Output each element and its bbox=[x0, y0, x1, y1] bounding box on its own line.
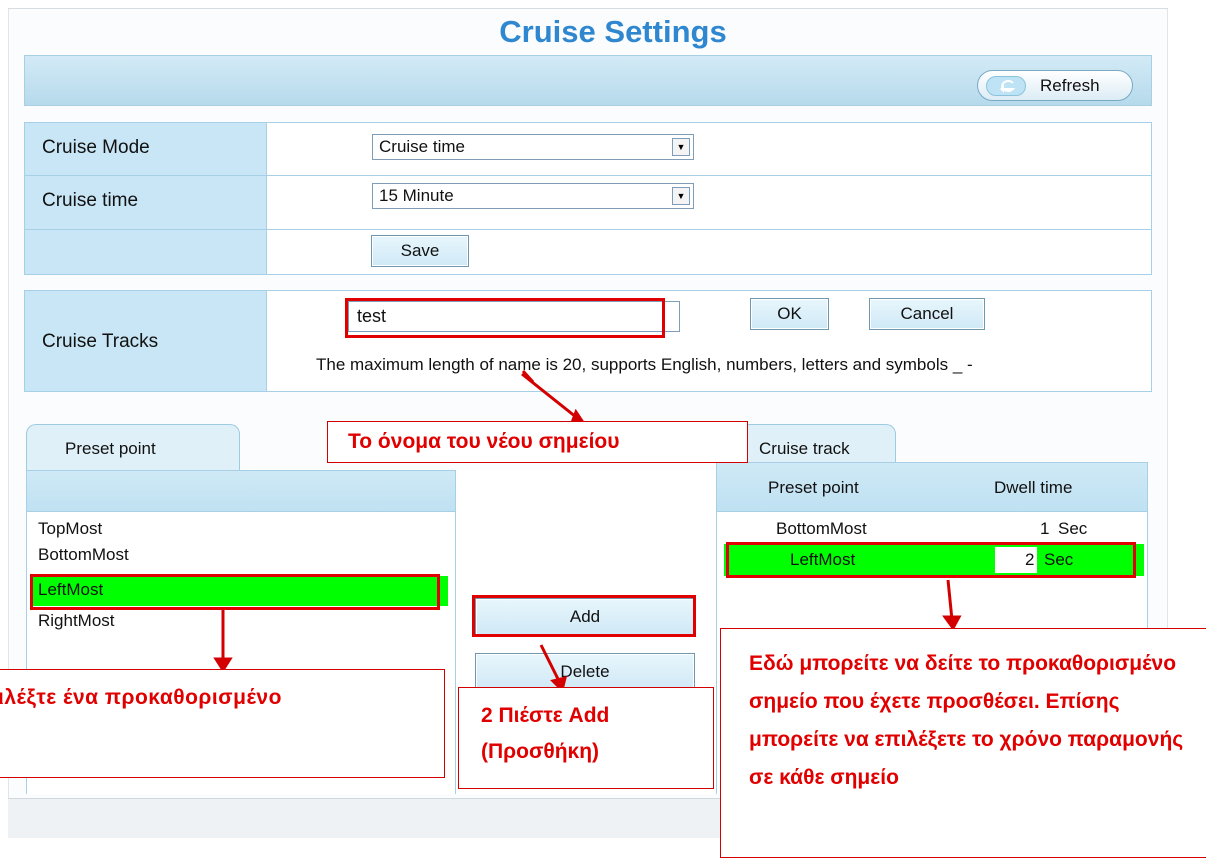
chevron-down-icon[interactable]: ▼ bbox=[672, 138, 690, 156]
name-highlight-box bbox=[345, 298, 665, 338]
cruise-mode-value: Cruise time bbox=[379, 137, 465, 156]
ok-button[interactable]: OK bbox=[750, 298, 829, 330]
save-button[interactable]: Save bbox=[371, 235, 469, 267]
cancel-button[interactable]: Cancel bbox=[869, 298, 985, 330]
col-dwell-time: Dwell time bbox=[994, 478, 1073, 497]
save-label-cell bbox=[24, 229, 267, 275]
cruise-time-value: 15 Minute bbox=[379, 186, 454, 205]
cruise-time-select[interactable]: 15 Minute ▼ bbox=[372, 183, 694, 209]
callout-name: Το όνομα του νέου σημείου bbox=[327, 421, 748, 463]
refresh-label[interactable]: Refresh bbox=[1040, 76, 1100, 96]
add-highlight-box bbox=[472, 595, 696, 637]
track-row-dwell: 1 bbox=[1040, 519, 1050, 538]
chevron-down-icon[interactable]: ▼ bbox=[672, 187, 690, 205]
tab-preset-point-label: Preset point bbox=[65, 439, 156, 458]
refresh-icon bbox=[986, 76, 1026, 96]
callout-track-info: Εδώ μπορείτε να δείτε το προκαθορισμένο … bbox=[720, 628, 1206, 858]
col-preset-point: Preset point bbox=[768, 478, 859, 497]
cruise-mode-label: Cruise Mode bbox=[42, 137, 150, 158]
track-row-unit: Sec bbox=[1058, 519, 1088, 538]
tab-preset-point[interactable]: Preset point bbox=[26, 424, 240, 474]
callout-select-preset: ιλέξτε ένα προκαθορισμένο bbox=[0, 669, 445, 778]
title-rule bbox=[8, 8, 1168, 9]
delete-button[interactable]: Delete bbox=[475, 653, 695, 691]
preset-item-topmost[interactable]: TopMost bbox=[38, 519, 102, 539]
tab-cruise-track-label: Cruise track bbox=[759, 439, 850, 458]
page-title: Cruise Settings bbox=[0, 14, 1206, 50]
preset-list-header bbox=[26, 470, 456, 512]
preset-item-bottommost[interactable]: BottomMost bbox=[38, 545, 129, 565]
cruise-tracks-label: Cruise Tracks bbox=[42, 331, 159, 352]
track-row-point[interactable]: BottomMost bbox=[776, 519, 867, 539]
callout-press-add: 2 Πιέστε Add (Προσθήκη) bbox=[458, 687, 714, 789]
cruise-mode-select[interactable]: Cruise time ▼ bbox=[372, 134, 694, 160]
cruise-time-label: Cruise time bbox=[42, 190, 139, 211]
track-name-hint: The maximum length of name is 20, suppor… bbox=[316, 355, 973, 374]
track-highlight-box bbox=[726, 542, 1136, 578]
selected-highlight-box bbox=[30, 574, 440, 610]
preset-item-rightmost[interactable]: RightMost bbox=[38, 611, 115, 631]
